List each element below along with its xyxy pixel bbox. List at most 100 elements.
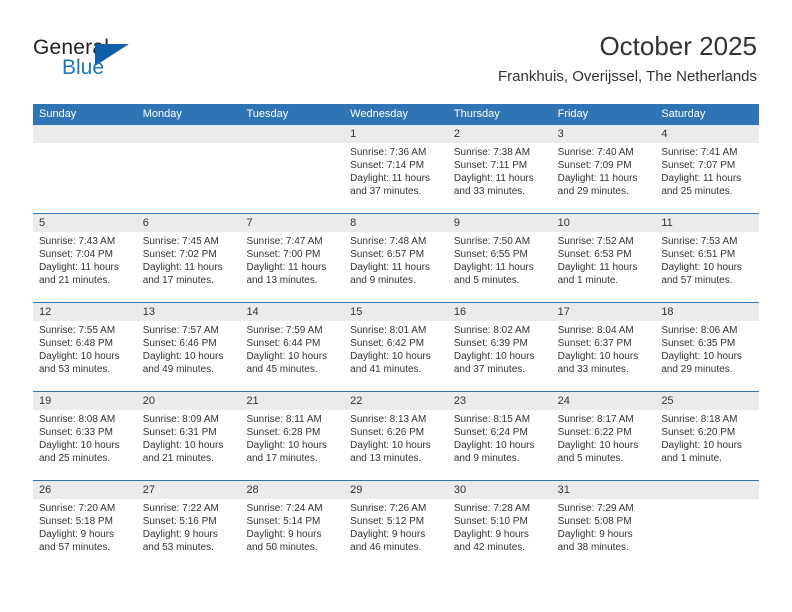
day-details: Sunrise: 7:52 AM Sunset: 6:53 PM Daylight:…: [552, 232, 656, 288]
calendar-day-cell[interactable]: 21 Sunrise: 8:11 AM Sunset: 6:28 PM Dayligh…: [240, 392, 345, 480]
sunrise-text: Sunrise: 7:38 AM: [453, 147, 531, 158]
day-details: Sunrise: 7:59 AM Sunset: 6:44 PM Daylight:…: [240, 321, 344, 377]
page-title: October 2025: [599, 31, 757, 61]
sunset-text: Sunset: 5:16 PM: [142, 515, 217, 527]
calendar-day-cell[interactable]: 27 Sunrise: 7:22 AM Sunset: 5:16 PM Dayligh…: [136, 481, 241, 570]
weekday-sunday: Sunday: [39, 108, 77, 120]
page-header: General Blue October 2025 Frankhuis, Ove…: [0, 0, 792, 100]
sunrise-text: Sunrise: 7:43 AM: [39, 236, 116, 247]
calendar-day-cell[interactable]: 25 Sunrise: 8:18 AM Sunset: 6:20 PM Dayligh…: [655, 392, 760, 480]
sunset-text: Sunset: 6:55 PM: [453, 248, 528, 260]
weekday-thursday: Thursday: [453, 108, 500, 120]
calendar-day-cell[interactable]: 16 Sunrise: 8:02 AM Sunset: 6:39 PM Dayligh…: [447, 303, 552, 391]
calendar-cell-empty: [33, 125, 137, 213]
day-details: Sunrise: 7:36 AM Sunset: 7:14 PM Daylight:…: [344, 143, 448, 199]
day-details: Sunrise: 8:09 AM Sunset: 6:31 PM Daylight:…: [137, 410, 241, 466]
day-details: Sunrise: 8:18 AM Sunset: 6:20 PM Daylight:…: [655, 410, 759, 466]
weekday-wednesday: Wednesday: [350, 108, 409, 120]
sunrise-text: Sunrise: 7:40 AM: [557, 147, 634, 158]
sunset-text: Sunset: 5:08 PM: [557, 515, 632, 527]
calendar-day-cell[interactable]: 7 Sunrise: 7:47 AM Sunset: 7:00 PM Daylight…: [240, 214, 345, 302]
calendar-day-cell[interactable]: 11 Sunrise: 7:53 AM Sunset: 6:51 PM Dayligh…: [655, 214, 760, 302]
calendar-day-cell[interactable]: 20 Sunrise: 8:09 AM Sunset: 6:31 PM Dayligh…: [136, 392, 241, 480]
day-number: 11: [655, 214, 760, 232]
calendar-day-cell[interactable]: 10 Sunrise: 7:52 AM Sunset: 6:53 PM Dayligh…: [551, 214, 656, 302]
day-number: 17: [551, 303, 656, 321]
day-number: 27: [136, 481, 241, 499]
calendar-week-row: 26 Sunrise: 7:20 AM Sunset: 5:18 PM Dayligh…: [33, 481, 760, 570]
sunset-text: Sunset: 6:33 PM: [39, 426, 113, 438]
sunset-text: Sunset: 6:31 PM: [142, 426, 217, 438]
calendar-day-cell[interactable]: 4 Sunrise: 7:41 AM Sunset: 7:07 PM Daylight…: [655, 125, 760, 213]
calendar-day-cell[interactable]: 26 Sunrise: 7:20 AM Sunset: 5:18 PM Dayligh…: [33, 481, 137, 570]
sunset-text: Sunset: 5:14 PM: [246, 515, 321, 527]
day-details: Sunrise: 7:20 AM Sunset: 5:18 PM Daylight:…: [33, 499, 137, 555]
day-number: [136, 125, 241, 143]
day-number: 18: [655, 303, 760, 321]
calendar-day-cell[interactable]: 12 Sunrise: 7:55 AM Sunset: 6:48 PM Dayligh…: [33, 303, 137, 391]
calendar-day-cell[interactable]: 5 Sunrise: 7:43 AM Sunset: 7:04 PM Daylight…: [33, 214, 137, 302]
calendar-day-cell[interactable]: 2 Sunrise: 7:38 AM Sunset: 7:11 PM Daylight…: [447, 125, 552, 213]
sunset-text: Sunset: 6:44 PM: [246, 337, 321, 349]
daylight-text: Daylight: 9 hours and 53 minutes.: [142, 528, 218, 553]
calendar-day-cell[interactable]: 6 Sunrise: 7:45 AM Sunset: 7:02 PM Daylight…: [136, 214, 241, 302]
sunset-text: Sunset: 5:12 PM: [350, 515, 425, 527]
daylight-text: Daylight: 11 hours and 37 minutes.: [350, 172, 431, 197]
day-details: Sunrise: 7:29 AM Sunset: 5:08 PM Daylight:…: [552, 499, 656, 555]
calendar-day-cell[interactable]: 24 Sunrise: 8:17 AM Sunset: 6:22 PM Dayligh…: [551, 392, 656, 480]
calendar-weeks: 1 Sunrise: 7:36 AM Sunset: 7:14 PM Daylight…: [33, 125, 760, 570]
sunrise-text: Sunrise: 7:52 AM: [557, 236, 634, 247]
calendar-week-row: 5 Sunrise: 7:43 AM Sunset: 7:04 PM Daylight…: [33, 214, 760, 303]
calendar-day-cell[interactable]: 14 Sunrise: 7:59 AM Sunset: 6:44 PM Dayligh…: [240, 303, 345, 391]
sunrise-text: Sunrise: 7:28 AM: [453, 503, 531, 514]
calendar-day-cell[interactable]: 13 Sunrise: 7:57 AM Sunset: 6:46 PM Dayligh…: [136, 303, 241, 391]
day-number: 28: [240, 481, 345, 499]
sunrise-text: Sunrise: 8:09 AM: [142, 414, 219, 425]
daylight-text: Daylight: 11 hours and 17 minutes.: [142, 261, 223, 286]
day-number: 1: [344, 125, 448, 143]
day-number: [240, 125, 345, 143]
calendar-day-cell[interactable]: 1 Sunrise: 7:36 AM Sunset: 7:14 PM Daylight…: [344, 125, 448, 213]
sunrise-text: Sunrise: 8:01 AM: [350, 325, 427, 336]
calendar-day-cell[interactable]: 9 Sunrise: 7:50 AM Sunset: 6:55 PM Daylight…: [447, 214, 552, 302]
calendar-day-cell[interactable]: 22 Sunrise: 8:13 AM Sunset: 6:26 PM Dayligh…: [344, 392, 448, 480]
day-number: 31: [551, 481, 656, 499]
day-number: 8: [344, 214, 448, 232]
day-number: 21: [240, 392, 345, 410]
calendar-day-cell[interactable]: 19 Sunrise: 8:08 AM Sunset: 6:33 PM Dayligh…: [33, 392, 137, 480]
sunset-text: Sunset: 6:24 PM: [453, 426, 528, 438]
calendar-day-cell[interactable]: 18 Sunrise: 8:06 AM Sunset: 6:35 PM Dayligh…: [655, 303, 760, 391]
weekday-header-row: Sunday Monday Tuesday Wednesday Thursday…: [33, 104, 759, 125]
calendar-day-cell[interactable]: 23 Sunrise: 8:15 AM Sunset: 6:24 PM Dayligh…: [447, 392, 552, 480]
calendar-day-cell[interactable]: 15 Sunrise: 8:01 AM Sunset: 6:42 PM Dayligh…: [344, 303, 448, 391]
sunrise-text: Sunrise: 7:55 AM: [39, 325, 116, 336]
daylight-text: Daylight: 10 hours and 33 minutes.: [557, 350, 639, 375]
calendar-day-cell[interactable]: 31 Sunrise: 7:29 AM Sunset: 5:08 PM Dayligh…: [551, 481, 656, 570]
calendar-day-cell[interactable]: 17 Sunrise: 8:04 AM Sunset: 6:37 PM Dayligh…: [551, 303, 656, 391]
day-details: Sunrise: 7:50 AM Sunset: 6:55 PM Daylight:…: [448, 232, 552, 288]
calendar-cell-empty: [136, 125, 241, 213]
daylight-text: Daylight: 10 hours and 21 minutes.: [142, 439, 224, 464]
daylight-text: Daylight: 10 hours and 17 minutes.: [246, 439, 328, 464]
daylight-text: Daylight: 11 hours and 9 minutes.: [350, 261, 431, 286]
sunrise-text: Sunrise: 8:06 AM: [661, 325, 738, 336]
location-subtitle: Frankhuis, Overijssel, The Netherlands: [498, 68, 757, 85]
calendar-day-cell[interactable]: 8 Sunrise: 7:48 AM Sunset: 6:57 PM Daylight…: [344, 214, 448, 302]
daylight-text: Daylight: 11 hours and 1 minute.: [557, 261, 638, 286]
day-details: Sunrise: 7:41 AM Sunset: 7:07 PM Daylight:…: [655, 143, 759, 199]
title-block: October 2025 Frankhuis, Overijssel, The …: [498, 30, 757, 88]
day-number: 5: [33, 214, 137, 232]
sunrise-text: Sunrise: 8:08 AM: [39, 414, 116, 425]
sunrise-text: Sunrise: 7:45 AM: [142, 236, 219, 247]
daylight-text: Daylight: 11 hours and 33 minutes.: [453, 172, 534, 197]
calendar-day-cell[interactable]: 28 Sunrise: 7:24 AM Sunset: 5:14 PM Dayligh…: [240, 481, 345, 570]
daylight-text: Daylight: 10 hours and 41 minutes.: [350, 350, 431, 375]
calendar-day-cell[interactable]: 3 Sunrise: 7:40 AM Sunset: 7:09 PM Daylight…: [551, 125, 656, 213]
calendar-day-cell[interactable]: 29 Sunrise: 7:26 AM Sunset: 5:12 PM Dayligh…: [344, 481, 448, 570]
general-blue-logo[interactable]: General Blue: [33, 36, 163, 84]
daylight-text: Daylight: 10 hours and 45 minutes.: [246, 350, 328, 375]
sunrise-text: Sunrise: 7:47 AM: [246, 236, 323, 247]
calendar-day-cell[interactable]: 30 Sunrise: 7:28 AM Sunset: 5:10 PM Dayligh…: [447, 481, 552, 570]
day-details: Sunrise: 7:28 AM Sunset: 5:10 PM Daylight:…: [448, 499, 552, 555]
day-number: 6: [136, 214, 241, 232]
